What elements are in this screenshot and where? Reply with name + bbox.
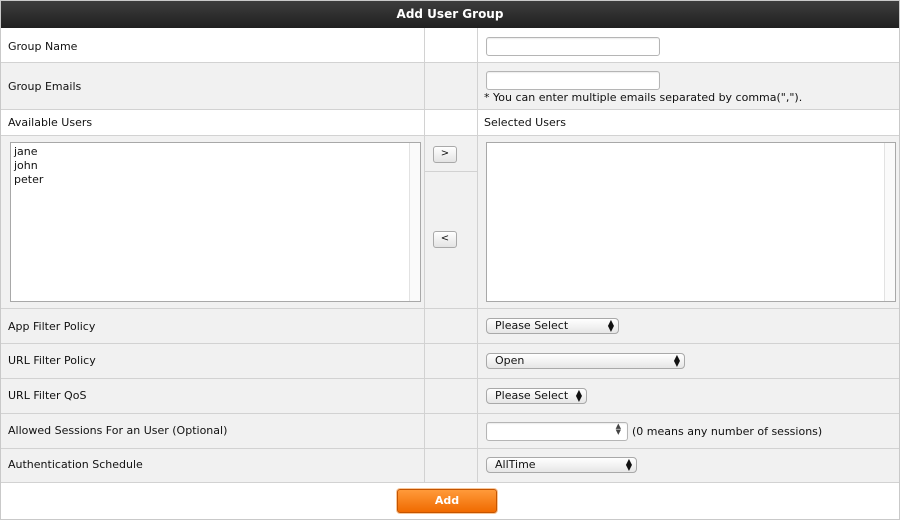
row-url-filter-qos: URL Filter QoS <box>1 379 899 414</box>
row-users-header: Available Users Selected Users <box>1 110 899 136</box>
allowed-sessions-stepper[interactable]: ▲ ▼ <box>486 422 628 441</box>
selected-users-list[interactable] <box>486 142 896 302</box>
list-item[interactable]: peter <box>11 173 420 187</box>
url-filter-qos-label: URL Filter QoS <box>8 389 87 402</box>
group-emails-input[interactable] <box>486 71 660 90</box>
group-emails-label: Group Emails <box>8 80 82 93</box>
stepper-arrows-icon[interactable]: ▲ ▼ <box>616 423 621 436</box>
allowed-sessions-note: (0 means any number of sessions) <box>632 425 823 438</box>
select-arrows-icon: ▲ ▼ <box>673 353 680 368</box>
allowed-sessions-label: Allowed Sessions For an User (Optional) <box>8 424 228 437</box>
url-filter-policy-value: Open <box>495 354 525 367</box>
select-arrows-icon: ▲ ▼ <box>625 457 632 472</box>
url-filter-qos-select[interactable]: Please Select ▲ ▼ <box>486 388 587 404</box>
row-group-name: Group Name <box>1 28 899 63</box>
selected-users-scrollbar[interactable] <box>884 143 895 301</box>
allowed-sessions-input[interactable] <box>486 422 628 441</box>
row-app-filter: App Filter Policy <box>1 309 899 344</box>
auth-schedule-select[interactable]: AllTime ▲ ▼ <box>486 457 637 473</box>
group-emails-note: * You can enter multiple emails separate… <box>484 91 803 104</box>
url-filter-qos-value: Please Select <box>495 389 569 402</box>
available-users-scrollbar[interactable] <box>409 143 420 301</box>
form-title: Add User Group <box>1 1 899 28</box>
available-users-label: Available Users <box>8 116 93 129</box>
column-divider-right <box>477 28 478 483</box>
move-right-button[interactable]: > <box>433 146 457 163</box>
column-divider-left <box>424 28 425 483</box>
select-arrows-icon: ▲ ▼ <box>607 318 614 333</box>
select-arrows-icon: ▲ ▼ <box>575 388 582 403</box>
auth-schedule-value: AllTime <box>495 458 536 471</box>
move-buttons-divider <box>425 171 477 172</box>
app-filter-policy-select[interactable]: Please Select ▲ ▼ <box>486 318 619 334</box>
list-item[interactable]: jane <box>11 145 420 159</box>
app-filter-policy-value: Please Select <box>495 319 569 332</box>
row-url-filter-policy: URL Filter Policy <box>1 344 899 379</box>
row-auth-schedule: Authentication Schedule <box>1 449 899 483</box>
url-filter-policy-select[interactable]: Open ▲ ▼ <box>486 353 685 369</box>
group-name-label: Group Name <box>8 40 78 53</box>
available-users-list[interactable]: jane john peter <box>10 142 421 302</box>
selected-users-label: Selected Users <box>484 116 566 129</box>
group-name-input[interactable] <box>486 37 660 56</box>
move-left-button[interactable]: < <box>433 231 457 248</box>
add-button[interactable]: Add <box>397 489 497 513</box>
url-filter-policy-label: URL Filter Policy <box>8 354 96 367</box>
list-item[interactable]: john <box>11 159 420 173</box>
auth-schedule-label: Authentication Schedule <box>8 458 143 471</box>
app-filter-policy-label: App Filter Policy <box>8 320 96 333</box>
